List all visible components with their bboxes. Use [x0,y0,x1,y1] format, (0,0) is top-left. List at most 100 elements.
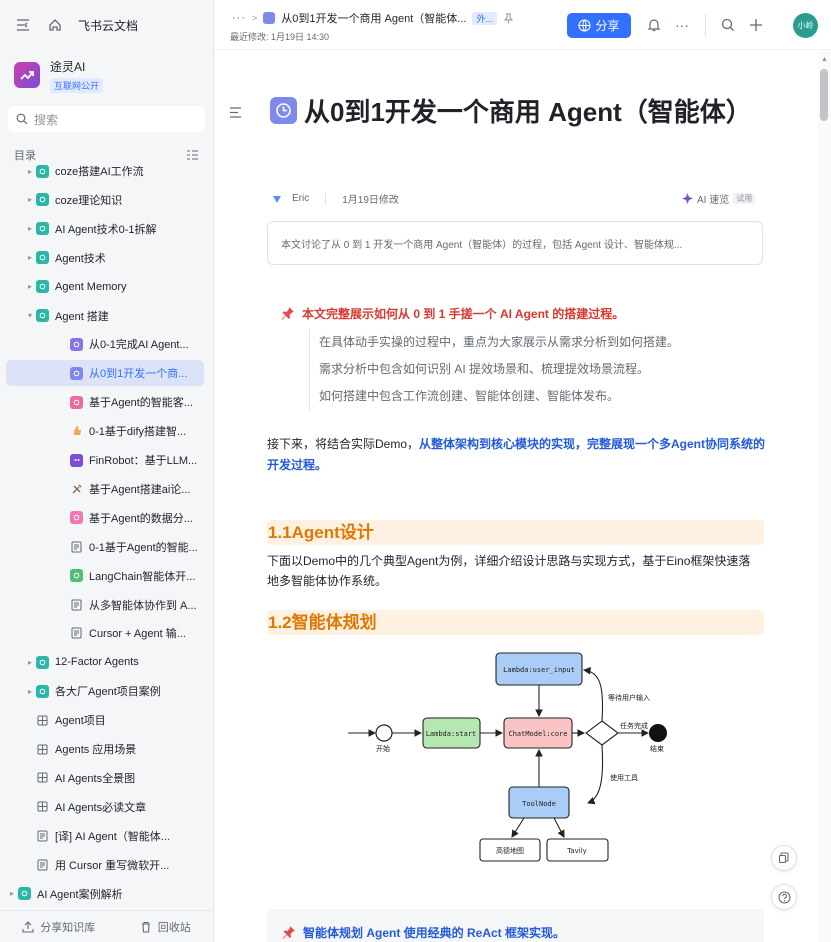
sidebar-tree-item[interactable]: LangChain智能体开... [6,563,204,589]
ai-summary-label: AI 速览 [697,195,730,206]
sidebar-tree-item[interactable]: ▾ Agent 搭建 [6,303,204,329]
sidebar-tree-item-label: coze搭建AI工作流 [55,166,144,178]
start-node [375,724,393,742]
sidebar-tree-item[interactable]: ▸ Agent Memory [6,274,204,300]
chevron-right-icon: > [252,13,258,23]
chevron-right-icon[interactable]: ▸ [24,658,36,667]
sidebar-tree-item[interactable]: 从0-1完成AI Agent... [6,331,204,357]
folder-doc-icon [36,193,49,207]
sidebar-tree-item-label: Agent项目 [55,715,106,728]
search-placeholder: 搜索 [34,112,59,127]
chevron-right-icon[interactable]: ▸ [6,889,18,898]
sidebar-tree-item[interactable]: 0-1基于dify搭建智... [6,418,204,444]
chevron-right-icon[interactable]: ▸ [24,224,36,233]
vertical-scrollbar[interactable]: ▲ [818,51,831,942]
edge [582,666,604,722]
sidebar-tree-item[interactable]: AI Agents必读文章 [6,794,204,820]
breadcrumb: ··· > 从0到1开发一个商用 Agent（智能体... 外... [232,10,514,26]
copy-icon [778,852,789,864]
divider [705,14,706,36]
document-icon [70,540,83,553]
avatar[interactable]: 小岭 [793,13,818,38]
share-knowledge-base-label: 分享知识库 [40,921,96,934]
chevron-right-icon[interactable]: ▸ [24,687,36,696]
chevron-right-icon[interactable]: ▸ [24,253,36,262]
sidebar-tree-item-label: Agent 搭建 [55,310,109,323]
sidebar-tree-item[interactable]: ▸ 12-Factor Agents [6,649,204,675]
sidebar-tree-item[interactable]: ▸ coze理论知识 [6,187,204,213]
sidebar-tree-item[interactable]: 基于Agent的数据分... [6,505,204,531]
trash-icon [141,921,150,933]
home-icon[interactable] [46,16,64,34]
sidebar-tree-item-label: AI Agent案例解析 [37,888,123,901]
sidebar-tree-item[interactable]: [译] AI Agent（智能体... [6,823,204,849]
sidebar-tree-item-label: LangChain智能体开... [89,570,196,583]
app-name[interactable]: 飞书云文档 [78,17,138,34]
sidebar-tree-item[interactable]: ▸ AI Agent技术0-1拆解 [6,216,204,242]
sidebar-tree-item-label: 基于Agent搭建ai论... [89,483,191,496]
outline-icon[interactable] [229,107,242,121]
divider [325,193,327,204]
chevron-down-icon[interactable]: ▾ [24,311,36,320]
lambda-user-input-label: Lambda:user_input [503,666,575,674]
doc-meta: Eric 1月19日修改 [272,191,399,206]
collapse-sidebar-icon[interactable] [14,16,32,34]
folder-doc-icon [36,684,49,698]
author-name[interactable]: Eric [292,193,309,204]
sidebar-tree-item[interactable]: FinRobot：基于LLM... [6,447,204,473]
sidebar-tree-item[interactable]: Agents 应用场景 [6,736,204,762]
plus-icon[interactable] [747,16,765,34]
ai-summary-button[interactable]: AI 速览 试用 [682,191,756,206]
search-icon[interactable] [719,16,737,34]
paragraph-text: 接下来，将结合实际Demo， [267,437,420,451]
share-button[interactable]: 分享 [567,13,631,38]
folder-doc-icon [18,887,31,900]
chevron-right-icon[interactable]: ▸ [24,167,36,176]
sidebar-tree-item[interactable]: ▸ AI Agent案例解析 [6,881,204,907]
scroll-up-icon[interactable]: ▲ [821,56,828,63]
more-icon[interactable]: ··· [673,16,691,34]
document-body: 从0到1开发一个商用 Agent（智能体） Eric 1月19日修改 AI 速览… [214,51,817,942]
chevron-right-icon[interactable]: ▸ [24,282,36,291]
sidebar-tree-item[interactable]: 0-1基于Agent的智能... [6,534,204,560]
sidebar-tree-item[interactable]: 从多智能体协作到 A... [6,592,204,618]
sidebar-footer: 分享知识库 回收站 [0,910,213,942]
sidebar-tree-item[interactable]: Cursor + Agent 输... [6,620,204,646]
clock-icon [270,97,297,124]
sidebar-tree-item[interactable]: 从0到1开发一个商... [6,360,204,387]
chevron-right-icon[interactable]: ▸ [24,195,36,204]
sidebar-tree-item[interactable]: ▸ coze搭建AI工作流 [6,158,204,184]
ai-summary-box[interactable]: 本文讨论了从 0 到 1 开发一个商用 Agent（智能体）的过程，包括 Age… [267,221,763,265]
space-badge: 互联网公开 [50,77,104,93]
callout-line: 在具体动手实操的过程中，重点为大家展示从需求分析到如何搭建。 [319,335,680,349]
comment-panel-button[interactable] [771,845,797,871]
trash-button[interactable]: 回收站 [140,919,191,935]
sidebar-tree-item[interactable]: AI Agents全景图 [6,765,204,791]
breadcrumb-more[interactable]: ··· [232,12,246,24]
lambda-start-label: Lambda:start [426,730,477,738]
folder-doc-icon [36,655,49,669]
help-button[interactable] [771,884,797,910]
pin-icon[interactable] [503,13,514,24]
share-knowledge-base-button[interactable]: 分享知识库 [22,919,95,935]
doc-icon [263,12,276,24]
scrollbar-thumb[interactable] [820,69,828,121]
callout-line: 如何搭建中包含工作流创建、智能体创建、智能体发布。 [319,389,620,403]
sidebar-tree-item[interactable]: ▸ 各大厂Agent项目案例 [6,678,204,704]
search-icon [16,113,28,125]
table-icon [36,800,49,813]
bell-icon[interactable] [645,16,663,34]
search-input[interactable]: 搜索 [8,106,205,132]
breadcrumb-doc-title[interactable]: 从0到1开发一个商用 Agent（智能体... [281,10,466,26]
space-name: 途灵AI [50,59,86,74]
sidebar-tree-item-label: [译] AI Agent（智能体... [55,830,170,843]
sidebar-tree-item[interactable]: 用 Cursor 重写微软开... [6,852,204,878]
table-icon [36,714,49,727]
space-header[interactable]: 途灵AI 互联网公开 [0,50,213,100]
sidebar-tree-item[interactable]: 基于Agent搭建ai论... [6,476,204,502]
sidebar-tree-item[interactable]: 基于Agent的智能客... [6,389,204,415]
sidebar-tree-item[interactable]: Agent项目 [6,707,204,733]
folder-doc-icon [36,164,49,178]
sidebar-tree-item[interactable]: ▸ Agent技术 [6,245,204,271]
help-icon [777,890,791,904]
